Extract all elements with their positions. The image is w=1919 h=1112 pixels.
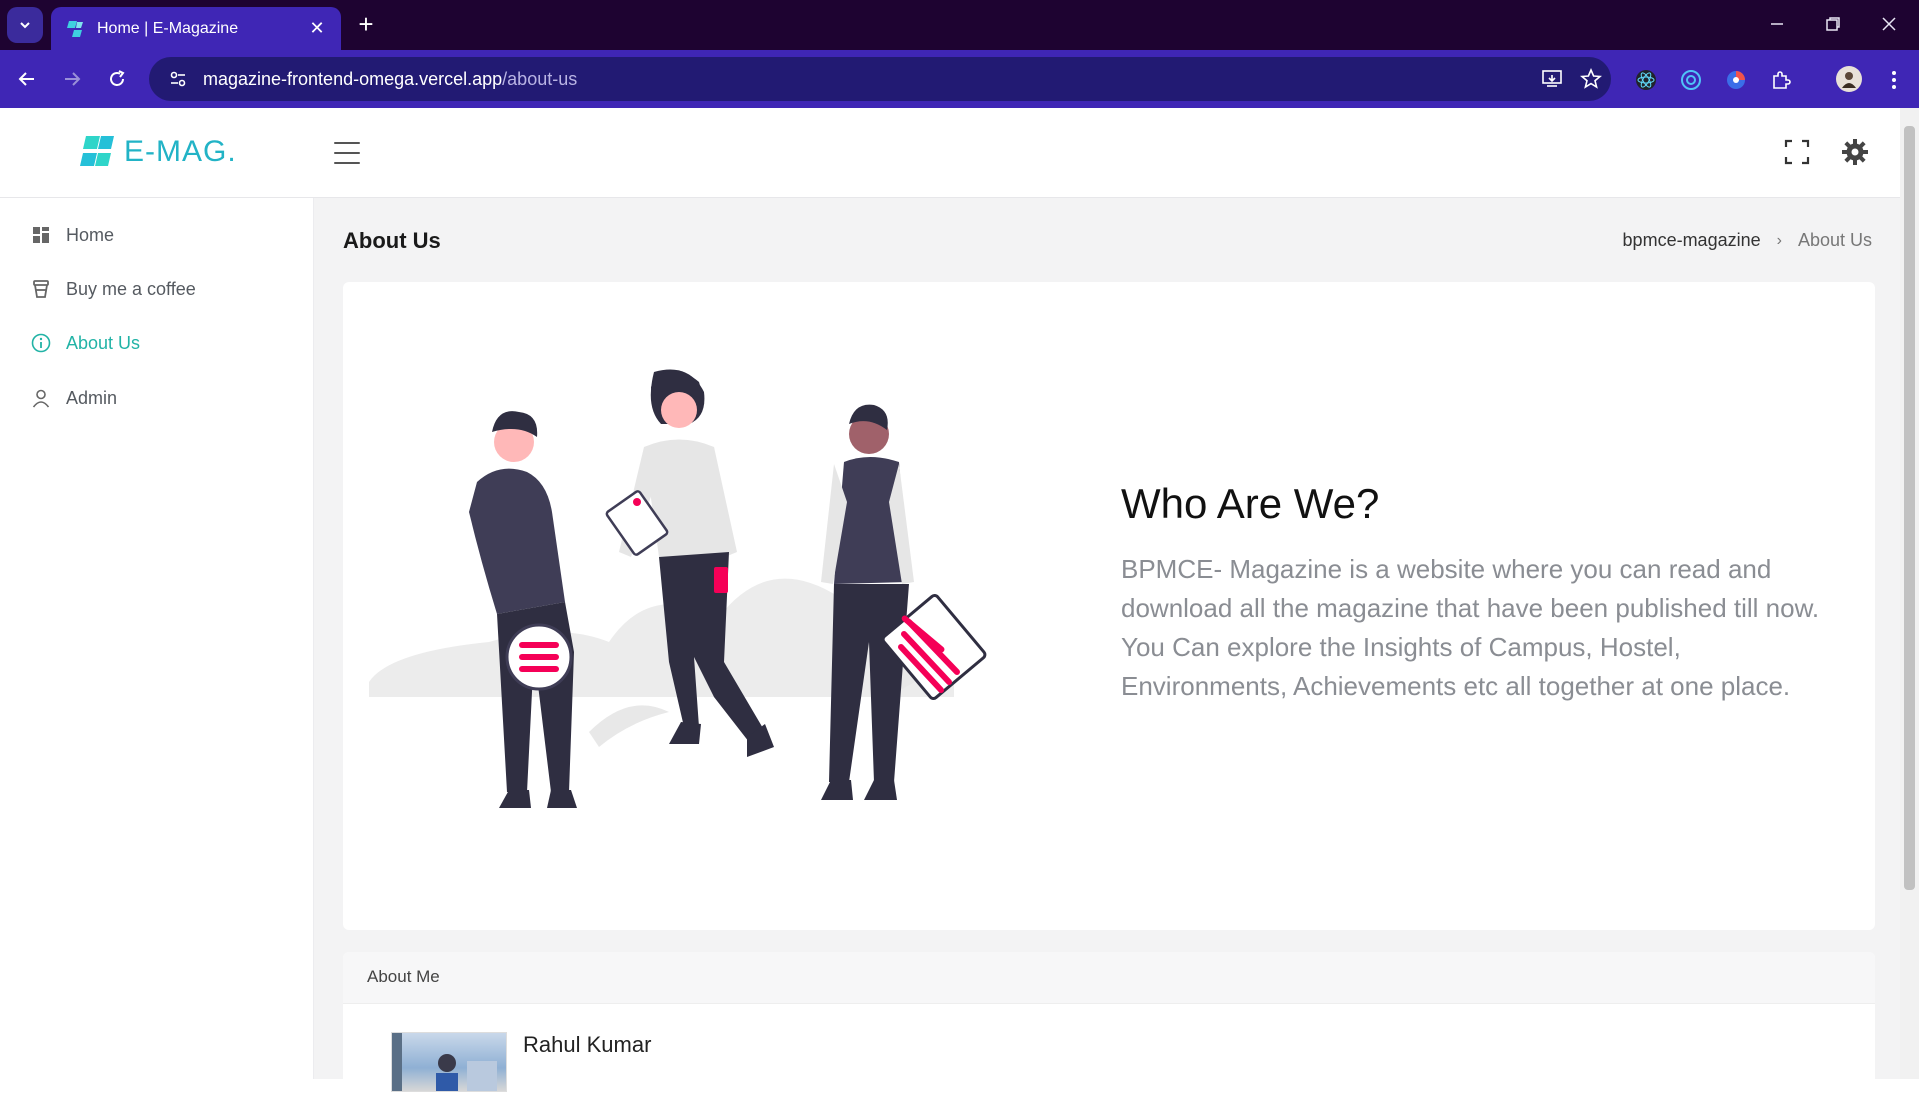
logo-text: E-MAG. bbox=[124, 135, 237, 168]
web-page: E-MAG. Home Buy me a coffee About Us Adm… bbox=[0, 108, 1919, 1112]
sidebar-item-buy-coffee[interactable]: Buy me a coffee bbox=[30, 274, 196, 304]
sidebar-item-home[interactable]: Home bbox=[30, 220, 114, 250]
sidebar: Home Buy me a coffee About Us Admin bbox=[0, 198, 314, 1079]
about-hero-card: Who Are We? BPMCE- Magazine is a website… bbox=[343, 282, 1875, 930]
favicon-icon bbox=[67, 20, 83, 37]
breadcrumb-current: About Us bbox=[1797, 230, 1872, 250]
sidebar-item-label: Home bbox=[66, 224, 115, 245]
back-arrow-icon[interactable] bbox=[14, 66, 40, 92]
new-tab-button[interactable]: + bbox=[354, 11, 378, 37]
scrollbar-thumb[interactable] bbox=[1904, 126, 1915, 890]
sidebar-item-label: Admin bbox=[66, 387, 118, 408]
browser-tab[interactable]: Home | E-Magazine ✕ bbox=[51, 7, 341, 50]
hero-title: Who Are We? bbox=[1121, 480, 1380, 527]
info-icon bbox=[30, 332, 52, 354]
chevron-right-icon: › bbox=[1776, 231, 1782, 249]
bookmark-star-icon[interactable] bbox=[1580, 68, 1602, 90]
page-title: About Us bbox=[343, 228, 441, 253]
profile-avatar[interactable] bbox=[1836, 66, 1862, 92]
target-extension-icon[interactable] bbox=[1679, 68, 1703, 92]
logo-mark-icon bbox=[80, 136, 114, 166]
settings-gear-icon[interactable] bbox=[1841, 138, 1869, 166]
sidebar-item-admin[interactable]: Admin bbox=[30, 383, 117, 413]
react-devtools-icon[interactable] bbox=[1634, 68, 1658, 92]
breadcrumb: bpmce-magazine › About Us bbox=[1623, 230, 1872, 251]
reload-icon[interactable] bbox=[104, 66, 130, 92]
user-icon bbox=[30, 387, 52, 409]
menu-toggle-icon[interactable] bbox=[334, 142, 360, 164]
profile-name: Rahul Kumar bbox=[523, 1032, 652, 1057]
app-header: E-MAG. bbox=[0, 108, 1900, 198]
tab-list-button[interactable] bbox=[7, 7, 43, 43]
main-content: About Us bpmce-magazine › About Us Who A… bbox=[315, 198, 1900, 1112]
app-logo[interactable]: E-MAG. bbox=[78, 132, 237, 172]
url-path: /about-us bbox=[502, 68, 578, 89]
install-app-icon[interactable] bbox=[1541, 68, 1563, 90]
address-bar[interactable]: magazine-frontend-omega.vercel.app/about… bbox=[149, 57, 1611, 101]
breadcrumb-root-link[interactable]: bpmce-magazine bbox=[1623, 230, 1761, 251]
browser-tab-bar: Home | E-Magazine ✕ + bbox=[0, 0, 1919, 50]
chevron-down-icon bbox=[20, 22, 30, 29]
browser-menu-icon[interactable] bbox=[1882, 68, 1906, 92]
fullscreen-icon[interactable] bbox=[1783, 138, 1811, 166]
colorful-extension-icon[interactable] bbox=[1724, 68, 1748, 92]
restore-icon[interactable] bbox=[1821, 12, 1845, 36]
sidebar-item-about-us[interactable]: About Us bbox=[30, 328, 140, 358]
sidebar-item-label: Buy me a coffee bbox=[66, 278, 196, 299]
about-me-card: About Me Rahul Kumar bbox=[343, 952, 1875, 1112]
url-host: magazine-frontend-omega.vercel.app bbox=[203, 68, 503, 89]
grid-icon bbox=[30, 224, 52, 246]
page-scrollbar[interactable] bbox=[1900, 108, 1919, 1079]
tab-close-icon[interactable]: ✕ bbox=[307, 18, 327, 39]
browser-toolbar: magazine-frontend-omega.vercel.app/about… bbox=[0, 50, 1919, 108]
close-window-icon[interactable] bbox=[1877, 12, 1901, 36]
minimize-icon[interactable] bbox=[1765, 12, 1789, 36]
profile-photo bbox=[391, 1032, 507, 1092]
about-me-heading: About Me bbox=[343, 952, 1875, 1004]
forward-arrow-icon[interactable] bbox=[59, 66, 85, 92]
team-illustration bbox=[369, 369, 987, 808]
tab-title: Home | E-Magazine bbox=[97, 19, 239, 37]
sidebar-item-label: About Us bbox=[66, 332, 141, 353]
extensions-puzzle-icon[interactable] bbox=[1769, 68, 1793, 92]
hero-description: BPMCE- Magazine is a website where you c… bbox=[1121, 554, 1820, 701]
site-settings-icon[interactable] bbox=[167, 68, 189, 90]
coffee-cup-icon bbox=[30, 278, 52, 300]
